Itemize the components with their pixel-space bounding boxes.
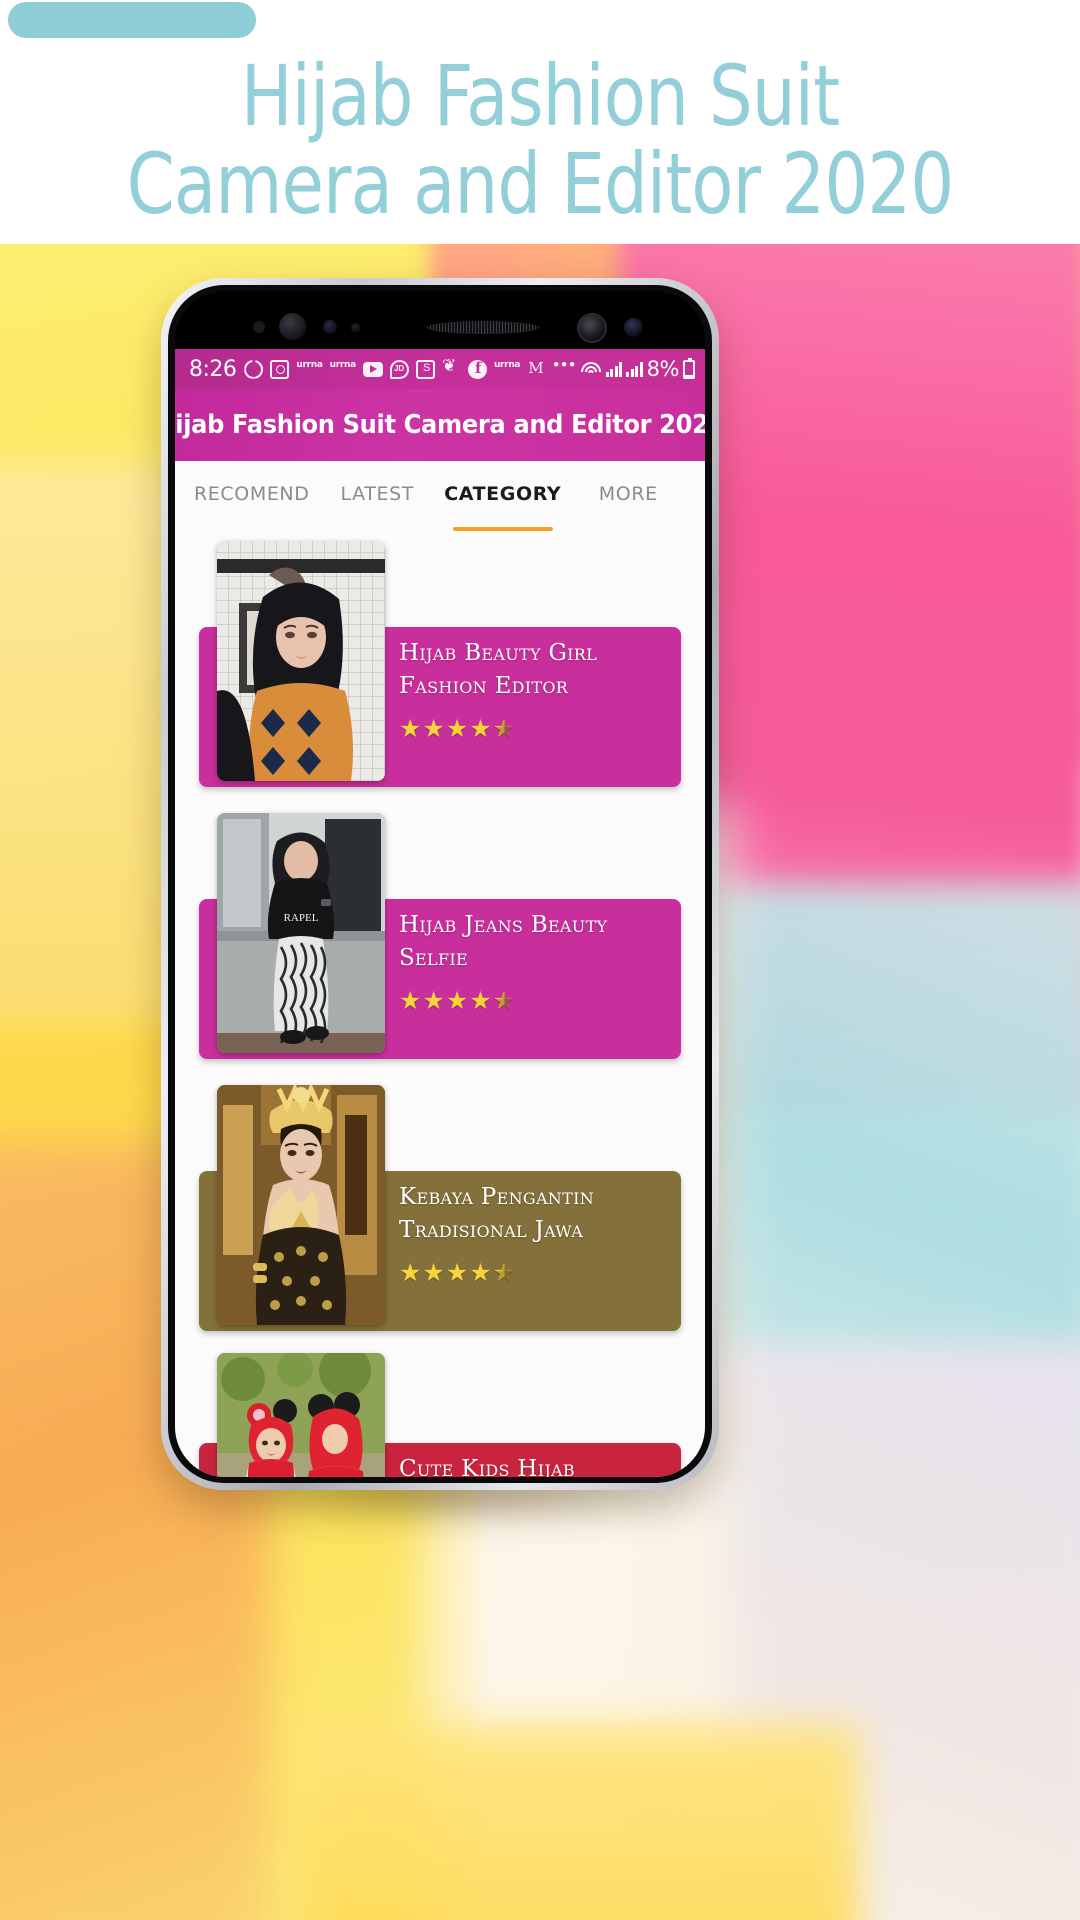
promo-header: Hijab Fashion Suit Camera and Editor 202… [0, 0, 1080, 244]
battery-icon [683, 357, 695, 379]
phone-sensor-row [175, 291, 705, 349]
category-list: Hijab Beauty Girl Fashion Editor ★★★★★ R… [175, 537, 705, 1477]
star-icon: ★ [445, 987, 470, 1015]
phone-bezel: 8:26 urrna urrna urrna ••• 8% [168, 285, 712, 1483]
app-bar-title: Hijab Fashion Suit Camera and Editor 202… [175, 410, 705, 440]
star-icon: ★ [399, 715, 423, 743]
status-bar: 8:26 urrna urrna urrna ••• 8% [175, 349, 705, 389]
card-body: Hijab Beauty Girl Fashion Editor ★★★★★ [399, 637, 667, 743]
card-rating: ★★★★★ [399, 987, 667, 1015]
tab-bar: RECOMEND LATEST CATEGORY MORE [175, 461, 705, 537]
card-body: Hijab Jeans Beauty Selfie ★★★★★ [399, 909, 667, 1015]
iris-scanner-icon [279, 313, 306, 340]
urrna-app-icon: urrna [296, 359, 323, 370]
card-body: Cute Kids Hijab Fashion ★★★★★ [399, 1453, 667, 1477]
list-item[interactable]: Hijab Beauty Girl Fashion Editor ★★★★★ [199, 541, 681, 787]
sensor-dot-icon [253, 321, 265, 333]
shopee-icon [415, 359, 435, 379]
card-thumbnail: RAPEL [217, 813, 385, 1053]
star-icon: ★ [469, 1259, 493, 1287]
kebaya-pengantin-photo [217, 1085, 385, 1325]
swan-icon [442, 356, 461, 379]
more-dots-icon: ••• [553, 354, 578, 374]
star-half-icon: ★ [492, 1259, 517, 1287]
urrna-app-icon-3: urrna [493, 359, 521, 370]
facebook-icon [467, 359, 487, 379]
youtube-icon [362, 361, 383, 377]
secondary-sensor-icon [624, 318, 643, 337]
list-item[interactable]: Kebaya Pengantin Tradisional Jawa ★★★★★ [199, 1085, 681, 1331]
urrna-app-icon-2: urrna [329, 359, 357, 370]
tab-latest[interactable]: LATEST [315, 483, 441, 531]
wifi-icon [580, 361, 602, 378]
star-icon: ★ [399, 987, 423, 1015]
app-bar: Hijab Fashion Suit Camera and Editor 202… [175, 389, 705, 461]
card-thumbnail [217, 1353, 385, 1477]
card-thumbnail [217, 541, 385, 781]
card-rating: ★★★★★ [399, 1259, 667, 1287]
status-clock: 8:26 [189, 356, 237, 382]
hijab-beauty-girl-photo [217, 541, 385, 781]
front-camera-icon [577, 313, 607, 343]
card-thumbnail [217, 1085, 385, 1325]
light-sensor-icon [351, 323, 361, 333]
jd-icon [389, 359, 409, 379]
decorative-pill [8, 2, 256, 38]
tab-more[interactable]: MORE [566, 483, 692, 531]
medium-icon [527, 359, 546, 379]
card-title: Kebaya Pengantin Tradisional Jawa [399, 1184, 594, 1243]
star-icon: ★ [445, 1259, 470, 1287]
star-icon: ★ [399, 1259, 423, 1287]
card-body: Kebaya Pengantin Tradisional Jawa ★★★★★ [399, 1181, 667, 1287]
wash-bottom-yellow [300, 1724, 860, 1920]
star-half-icon: ★ [492, 987, 517, 1015]
phone-screen: 8:26 urrna urrna urrna ••• 8% [175, 291, 705, 1477]
star-icon: ★ [469, 715, 493, 743]
notification-tray: urrna urrna urrna ••• [244, 354, 579, 379]
promo-title: Hijab Fashion Suit Camera and Editor 202… [126, 47, 955, 233]
svg-text:RAPEL: RAPEL [284, 912, 319, 924]
cute-kids-hijab-photo [217, 1353, 385, 1477]
photo-frame-icon [270, 359, 290, 379]
share-icon [244, 359, 264, 379]
star-half-icon: ★ [492, 715, 517, 743]
star-icon: ★ [422, 987, 446, 1015]
earpiece-speaker-icon [427, 321, 539, 334]
star-icon: ★ [469, 987, 493, 1015]
star-icon: ★ [445, 715, 470, 743]
tab-recomend[interactable]: RECOMEND [189, 483, 315, 531]
list-item[interactable]: RAPEL Hijab Jeans Beauty Selfie ★★★★★ [199, 813, 681, 1059]
app-content: RECOMEND LATEST CATEGORY MORE Hijab Beau… [175, 461, 705, 1477]
card-rating: ★★★★★ [399, 715, 667, 743]
status-right-cluster: 8% [580, 357, 695, 381]
signal-bars-sim1 [605, 361, 623, 377]
card-title: Hijab Jeans Beauty Selfie [399, 912, 608, 971]
tab-category[interactable]: CATEGORY [440, 483, 566, 531]
card-title: Hijab Beauty Girl Fashion Editor [399, 640, 598, 699]
card-title: Cute Kids Hijab Fashion [399, 1456, 575, 1477]
battery-percent: 8% [646, 357, 680, 381]
phone-mockup: 8:26 urrna urrna urrna ••• 8% [161, 278, 719, 1490]
signal-bars-sim2 [626, 361, 643, 377]
star-icon: ★ [422, 1259, 446, 1287]
hijab-jeans-selfie-photo: RAPEL [217, 813, 385, 1053]
list-item[interactable]: Cute Kids Hijab Fashion ★★★★★ [199, 1353, 681, 1477]
star-icon: ★ [422, 715, 446, 743]
proximity-sensor-icon [323, 320, 337, 334]
